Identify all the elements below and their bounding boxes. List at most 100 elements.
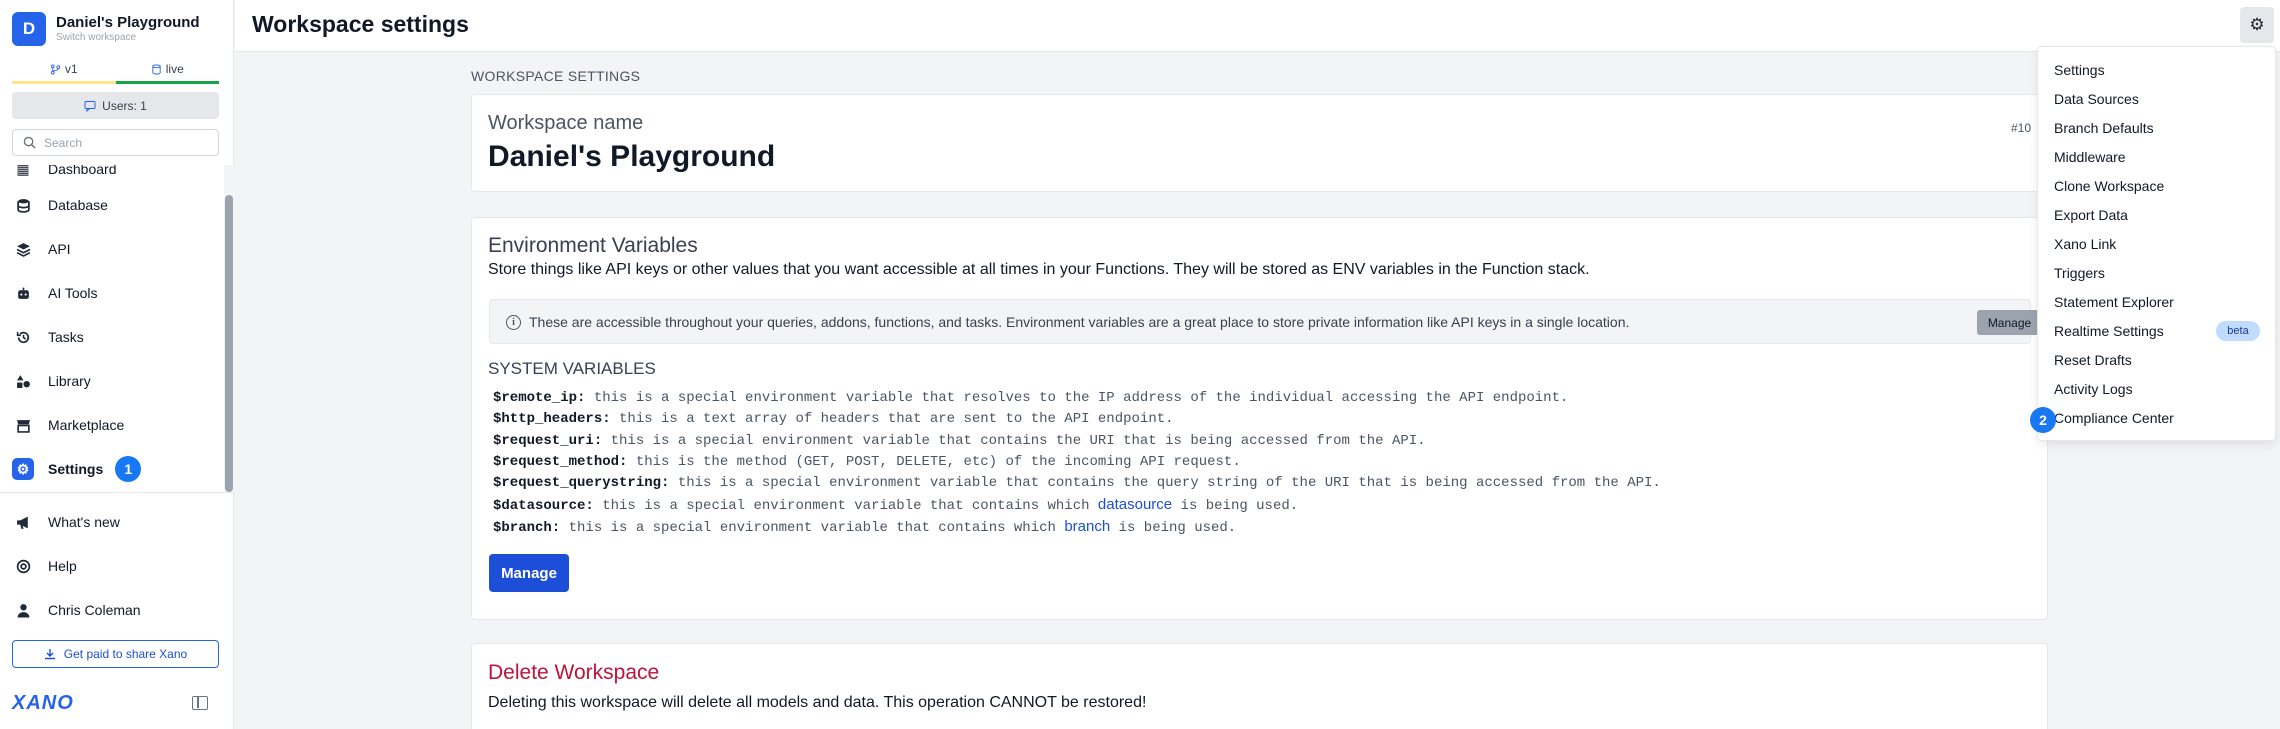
menu-item-middleware[interactable]: Middleware xyxy=(2054,149,2126,165)
users-count: Users: 1 xyxy=(102,98,147,113)
sidebar-item-database[interactable]: Database xyxy=(12,188,212,222)
sidebar-item-dashboard[interactable]: ▦ Dashboard xyxy=(12,165,212,186)
users-online-pill[interactable]: Users: 1 xyxy=(12,92,219,119)
workspace-name-label: Workspace name xyxy=(488,112,644,134)
layers-icon xyxy=(12,238,34,260)
shapes-icon xyxy=(12,370,34,392)
sidebar-collapse-icon[interactable] xyxy=(192,696,208,710)
variable-description: this is a text array of headers that are… xyxy=(610,411,1174,428)
branch-version-tab[interactable]: v1 xyxy=(12,57,116,84)
manage-env-button[interactable]: Manage xyxy=(489,554,569,592)
section-label: WORKSPACE SETTINGS xyxy=(471,68,641,84)
sidebar-item-label: Dashboard xyxy=(48,165,117,177)
datasource-link[interactable]: datasource xyxy=(1098,496,1172,513)
workspace-name: Daniel's Playground xyxy=(56,14,200,31)
menu-item-clone-workspace[interactable]: Clone Workspace xyxy=(2054,178,2164,194)
sidebar-item-marketplace[interactable]: Marketplace xyxy=(12,408,212,442)
page-title: Workspace settings xyxy=(252,11,469,37)
menu-item-realtime-settings[interactable]: Realtime Settings xyxy=(2054,323,2164,339)
workspace-avatar: D xyxy=(12,12,46,46)
sidebar-item-label: Tasks xyxy=(48,329,84,345)
gear-icon: ⚙ xyxy=(12,458,34,480)
branch-icon xyxy=(50,63,61,75)
menu-item-activity-logs[interactable]: Activity Logs xyxy=(2054,381,2133,397)
system-variable-row: $datasource: this is a special environme… xyxy=(493,496,1661,517)
store-icon xyxy=(12,414,34,436)
step-badge-1: 1 xyxy=(115,456,142,482)
environment-live-tab[interactable]: live xyxy=(115,57,219,84)
delete-workspace-card: Delete Workspace Deleting this workspace… xyxy=(471,643,2048,729)
menu-item-data-sources[interactable]: Data Sources xyxy=(2054,91,2139,107)
workspace-switcher[interactable]: D Daniel's Playground Switch workspace xyxy=(12,12,200,46)
menu-item-triggers[interactable]: Triggers xyxy=(2054,265,2105,281)
sidebar: D Daniel's Playground Switch workspace v… xyxy=(0,0,234,729)
sidebar-item-label: What's new xyxy=(48,514,120,530)
variable-description: this is a special environment variable t… xyxy=(602,432,1426,449)
history-icon xyxy=(12,326,34,348)
variable-name: $request_method: xyxy=(493,453,628,470)
search-input[interactable]: Search xyxy=(12,129,219,156)
sidebar-item-label: Library xyxy=(48,373,91,389)
system-variable-row: $request_uri: this is a special environm… xyxy=(493,433,1661,454)
environment-label: live xyxy=(165,62,184,76)
branch-version-label: v1 xyxy=(64,62,78,76)
menu-item-compliance-center[interactable]: 2 Compliance Center xyxy=(2030,407,2174,433)
menu-item-export-data[interactable]: Export Data xyxy=(2054,207,2128,223)
env-info-text: These are accessible throughout your que… xyxy=(529,314,1630,330)
workspace-id: #10 xyxy=(2010,121,2031,135)
variable-name: $request_uri: xyxy=(493,432,603,449)
scrollbar-thumb[interactable] xyxy=(225,195,233,492)
sidebar-item-user-profile[interactable]: Chris Coleman xyxy=(12,593,212,627)
sidebar-item-label: Help xyxy=(48,558,77,574)
menu-item-statement-explorer[interactable]: Statement Explorer xyxy=(2054,294,2174,310)
variable-name: $branch: xyxy=(493,519,561,536)
variable-name: $request_querystring: xyxy=(493,475,670,492)
menu-item-reset-drafts[interactable]: Reset Drafts xyxy=(2054,352,2132,368)
sidebar-scrollbar[interactable] xyxy=(224,165,234,492)
share-referral-button[interactable]: Get paid to share Xano xyxy=(12,640,219,668)
variable-name: $remote_ip: xyxy=(493,390,586,406)
workspace-name-card: Workspace name Daniel's Playground #10 xyxy=(471,94,2048,192)
sidebar-item-label: Marketplace xyxy=(48,417,125,433)
variable-description-end: is being used. xyxy=(1110,519,1237,536)
workspace-name-value: Daniel's Playground xyxy=(488,140,776,173)
env-description: Store things like API keys or other valu… xyxy=(488,261,1590,278)
database-icon xyxy=(151,63,162,75)
nav-divider xyxy=(0,492,234,493)
sidebar-item-library[interactable]: Library xyxy=(12,364,212,398)
menu-item-branch-defaults[interactable]: Branch Defaults xyxy=(2054,120,2154,136)
robot-icon xyxy=(12,282,34,304)
download-icon xyxy=(44,648,56,660)
settings-dropdown-menu: Settings Data Sources Branch Defaults Mi… xyxy=(2030,46,2276,441)
variable-name: $datasource: xyxy=(493,498,594,515)
settings-menu-button[interactable]: ⚙ xyxy=(2240,7,2274,43)
sidebar-item-tasks[interactable]: Tasks xyxy=(12,320,212,354)
manage-env-small-button[interactable]: Manage xyxy=(1977,310,2042,335)
delete-workspace-title: Delete Workspace xyxy=(488,661,660,684)
search-icon xyxy=(23,136,36,149)
sidebar-item-label: AI Tools xyxy=(48,285,98,301)
sidebar-item-ai-tools[interactable]: AI Tools xyxy=(12,276,212,310)
variable-description: this is a special environment variable t… xyxy=(669,475,1661,492)
system-variables-list: $remote_ip: this is a special environmen… xyxy=(493,390,1661,539)
step-badge-2: 2 xyxy=(2030,407,2056,433)
chat-icon xyxy=(84,100,96,112)
system-variable-row: $http_headers: this is a text array of h… xyxy=(493,411,1661,432)
sidebar-item-api[interactable]: API xyxy=(12,232,212,266)
switch-workspace-label: Switch workspace xyxy=(56,32,137,43)
menu-item-settings[interactable]: Settings xyxy=(2054,62,2105,78)
system-variable-row: $remote_ip: this is a special environmen… xyxy=(493,390,1661,411)
menu-item-label: Compliance Center xyxy=(2054,410,2174,426)
system-variable-row: $request_querystring: this is a special … xyxy=(493,475,1661,496)
system-variable-row: $request_method: this is the method (GET… xyxy=(493,454,1661,475)
nav-list: ▦ Dashboard Database API AI Tools Tasks … xyxy=(0,165,234,492)
sidebar-item-help[interactable]: Help xyxy=(12,549,212,583)
env-title: Environment Variables xyxy=(488,234,698,257)
environment-variables-card: Environment Variables Store things like … xyxy=(471,217,2048,620)
variable-name: $http_headers: xyxy=(493,411,611,428)
menu-item-xano-link[interactable]: Xano Link xyxy=(2054,236,2116,252)
branch-link[interactable]: branch xyxy=(1064,518,1110,535)
sidebar-item-whats-new[interactable]: What's new xyxy=(12,505,212,539)
top-bar: Workspace settings xyxy=(235,0,2280,52)
sidebar-item-settings[interactable]: ⚙ Settings 1 xyxy=(12,452,212,486)
